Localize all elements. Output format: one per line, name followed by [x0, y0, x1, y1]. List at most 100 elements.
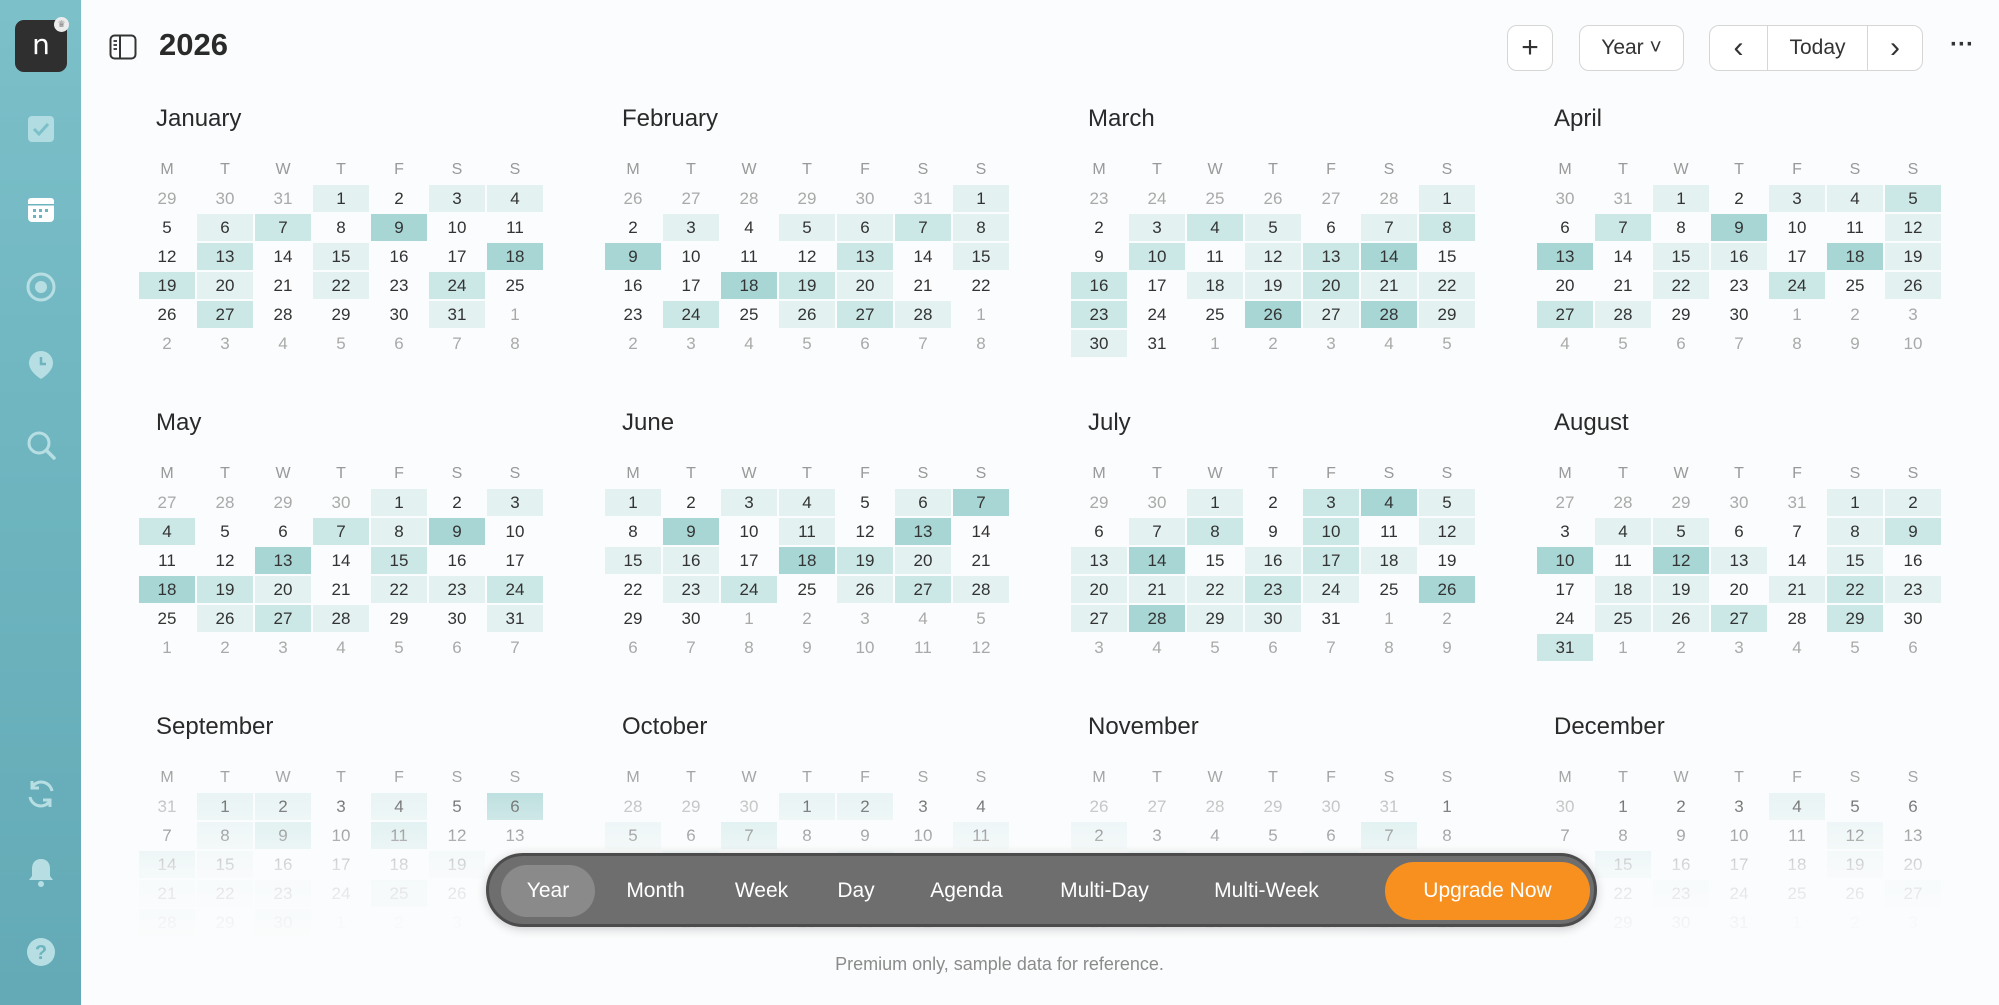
day-cell-outside[interactable]: 7	[1710, 329, 1768, 358]
day-cell-outside[interactable]: 5	[1594, 329, 1652, 358]
day-cell[interactable]: 11	[720, 242, 778, 271]
day-cell[interactable]: 25	[138, 604, 196, 633]
day-cell[interactable]: 1	[1186, 488, 1244, 517]
day-cell-outside[interactable]: 28	[720, 184, 778, 213]
day-cell[interactable]: 28	[138, 908, 196, 937]
day-cell[interactable]: 23	[428, 575, 486, 604]
day-cell[interactable]: 19	[1884, 242, 1942, 271]
day-cell[interactable]: 7	[1360, 213, 1418, 242]
day-cell[interactable]: 13	[1302, 242, 1360, 271]
day-cell[interactable]: 22	[312, 271, 370, 300]
day-cell[interactable]: 9	[254, 821, 312, 850]
day-cell[interactable]: 20	[1884, 850, 1942, 879]
day-cell[interactable]: 7	[254, 213, 312, 242]
view-day[interactable]: Day	[816, 865, 896, 917]
day-cell-outside[interactable]: 31	[1360, 792, 1418, 821]
day-cell[interactable]: 26	[196, 604, 254, 633]
day-cell[interactable]: 7	[1128, 517, 1186, 546]
month-title[interactable]: February	[622, 105, 718, 133]
day-cell[interactable]: 31	[1302, 604, 1360, 633]
day-cell[interactable]: 18	[1594, 575, 1652, 604]
day-cell-outside[interactable]: 31	[254, 184, 312, 213]
day-cell[interactable]: 17	[312, 850, 370, 879]
day-cell[interactable]: 2	[662, 488, 720, 517]
day-cell[interactable]: 11	[1768, 821, 1826, 850]
month-title[interactable]: December	[1554, 713, 1665, 741]
day-cell[interactable]: 5	[196, 517, 254, 546]
day-cell[interactable]: 13	[1884, 821, 1942, 850]
day-cell[interactable]: 22	[952, 271, 1010, 300]
day-cell[interactable]: 11	[952, 821, 1010, 850]
day-cell[interactable]: 14	[312, 546, 370, 575]
day-cell-outside[interactable]: 27	[662, 184, 720, 213]
day-cell-outside[interactable]: 29	[662, 792, 720, 821]
day-cell[interactable]: 13	[486, 821, 544, 850]
day-cell[interactable]: 26	[1652, 604, 1710, 633]
day-cell[interactable]: 16	[1070, 271, 1128, 300]
day-cell[interactable]: 2	[1652, 792, 1710, 821]
day-cell[interactable]: 22	[1652, 271, 1710, 300]
day-cell-outside[interactable]: 29	[1244, 792, 1302, 821]
day-cell[interactable]: 4	[1360, 488, 1418, 517]
day-cell-outside[interactable]: 3	[428, 908, 486, 937]
day-cell[interactable]: 8	[952, 213, 1010, 242]
day-cell-outside[interactable]: 30	[1302, 792, 1360, 821]
day-cell[interactable]: 17	[1536, 575, 1594, 604]
day-cell[interactable]: 11	[138, 546, 196, 575]
day-cell[interactable]: 16	[1884, 546, 1942, 575]
day-cell[interactable]: 3	[1128, 213, 1186, 242]
day-cell[interactable]: 29	[1826, 604, 1884, 633]
day-cell[interactable]: 3	[720, 488, 778, 517]
day-cell[interactable]: 31	[428, 300, 486, 329]
day-cell-outside[interactable]: 2	[1826, 908, 1884, 937]
day-cell[interactable]: 1	[196, 792, 254, 821]
day-cell-outside[interactable]: 28	[1594, 488, 1652, 517]
day-cell[interactable]: 6	[486, 792, 544, 821]
day-cell[interactable]: 12	[138, 242, 196, 271]
day-cell[interactable]: 18	[1186, 271, 1244, 300]
day-cell-outside[interactable]: 8	[1768, 329, 1826, 358]
view-month[interactable]: Month	[603, 865, 708, 917]
day-cell[interactable]: 7	[1536, 821, 1594, 850]
day-cell[interactable]: 31	[1128, 329, 1186, 358]
sync-icon[interactable]	[24, 777, 58, 811]
day-cell[interactable]: 12	[778, 242, 836, 271]
day-cell[interactable]: 21	[254, 271, 312, 300]
day-cell-outside[interactable]: 4	[894, 604, 952, 633]
day-cell[interactable]: 20	[196, 271, 254, 300]
day-cell[interactable]: 18	[486, 242, 544, 271]
day-cell[interactable]: 10	[1536, 546, 1594, 575]
day-cell[interactable]: 4	[1594, 517, 1652, 546]
day-cell-outside[interactable]: 31	[1768, 488, 1826, 517]
day-cell-outside[interactable]: 5	[778, 329, 836, 358]
day-cell-outside[interactable]: 30	[1536, 792, 1594, 821]
more-icon[interactable]: ···	[1944, 30, 1980, 66]
day-cell-outside[interactable]: 26	[1070, 792, 1128, 821]
day-cell-outside[interactable]: 4	[1128, 633, 1186, 662]
day-cell[interactable]: 11	[1186, 242, 1244, 271]
day-cell-outside[interactable]: 7	[1302, 633, 1360, 662]
day-cell[interactable]: 19	[1652, 575, 1710, 604]
day-cell[interactable]: 11	[370, 821, 428, 850]
day-cell[interactable]: 2	[1710, 184, 1768, 213]
day-cell[interactable]: 26	[1244, 300, 1302, 329]
day-cell-outside[interactable]: 1	[720, 604, 778, 633]
day-cell[interactable]: 3	[1710, 792, 1768, 821]
day-cell[interactable]: 1	[1652, 184, 1710, 213]
day-cell[interactable]: 14	[1594, 242, 1652, 271]
day-cell[interactable]: 24	[428, 271, 486, 300]
day-cell[interactable]: 23	[1884, 575, 1942, 604]
day-cell[interactable]: 4	[1186, 213, 1244, 242]
day-cell[interactable]: 16	[604, 271, 662, 300]
day-cell[interactable]: 27	[1536, 300, 1594, 329]
day-cell[interactable]: 2	[1244, 488, 1302, 517]
day-cell-outside[interactable]: 6	[1884, 633, 1942, 662]
search-icon[interactable]	[24, 428, 58, 462]
day-cell-outside[interactable]: 28	[1186, 792, 1244, 821]
day-cell[interactable]: 9	[370, 213, 428, 242]
day-cell[interactable]: 27	[1302, 300, 1360, 329]
day-cell[interactable]: 2	[836, 792, 894, 821]
checkbox-icon[interactable]	[24, 112, 58, 146]
day-cell[interactable]: 27	[836, 300, 894, 329]
day-cell-outside[interactable]: 30	[720, 792, 778, 821]
